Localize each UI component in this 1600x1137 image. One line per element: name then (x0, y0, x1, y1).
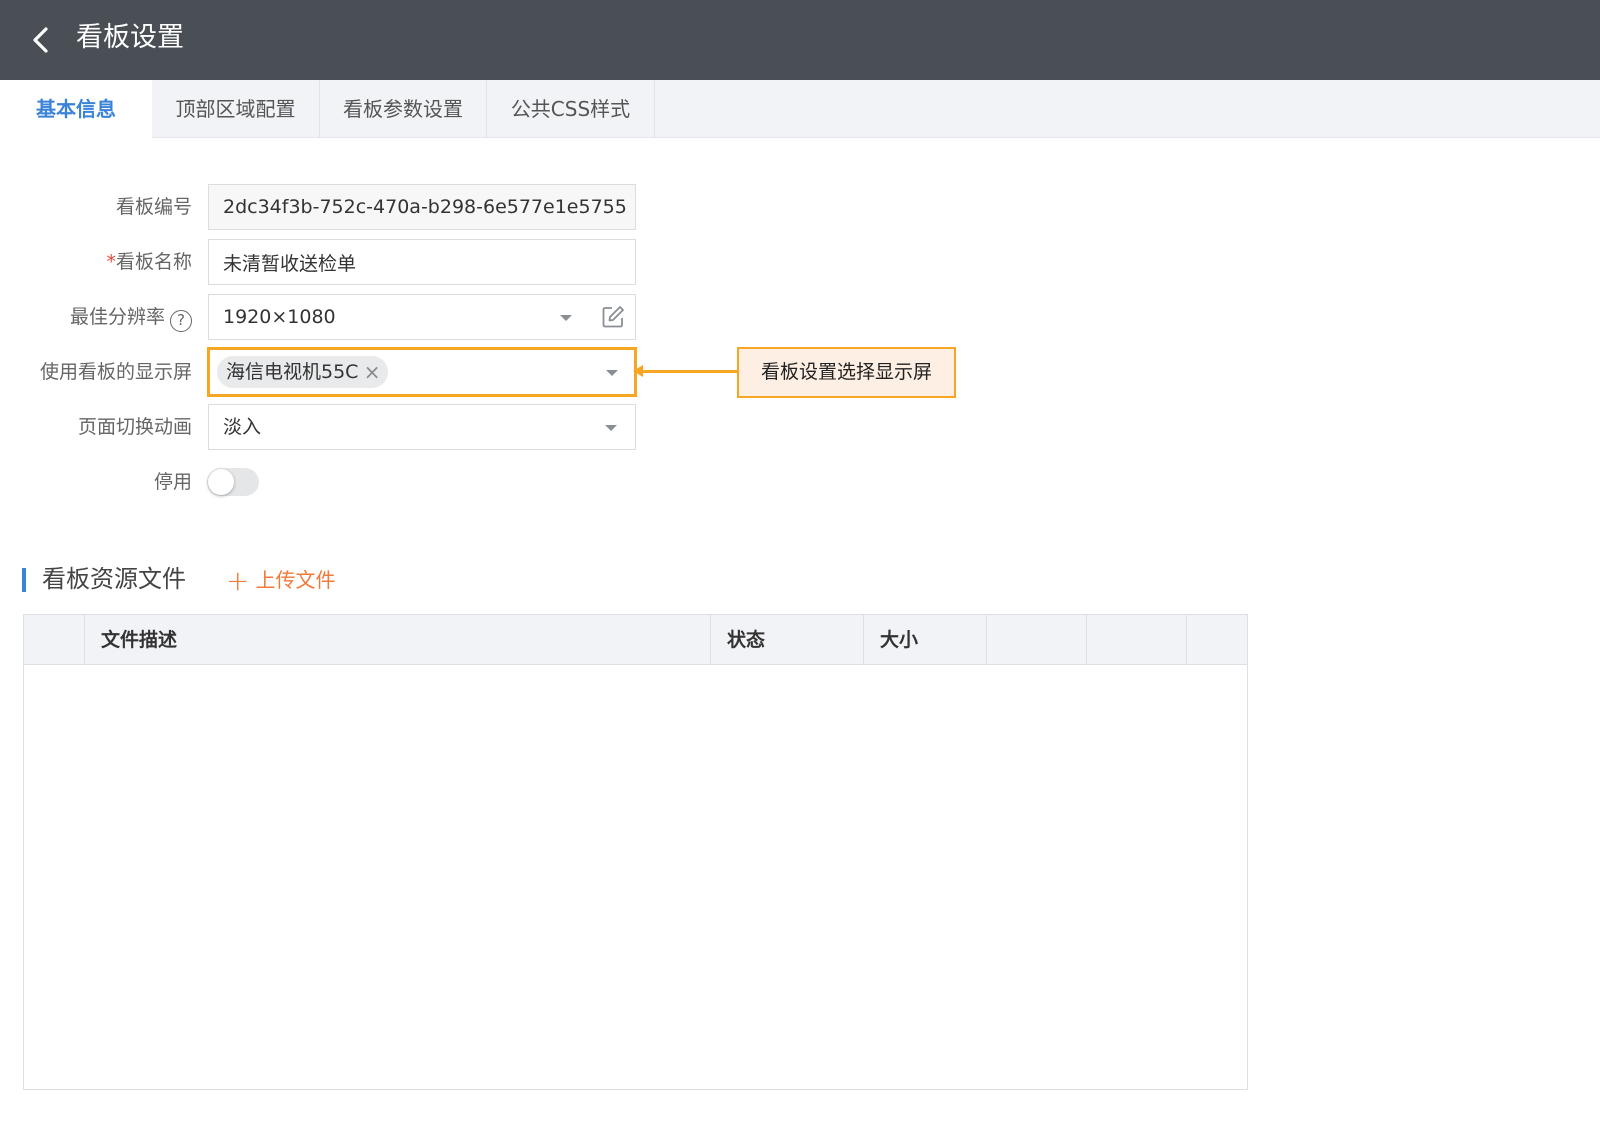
board-name-label-text: 看板名称 (115, 251, 192, 273)
chevron-down-icon (605, 425, 617, 431)
plus-icon: + (226, 564, 250, 597)
edit-icon[interactable] (601, 305, 625, 329)
annotation-arrow-line (640, 370, 737, 373)
resources-section-title: 看板资源文件 (42, 565, 186, 593)
chevron-down-icon (560, 315, 572, 321)
resolution-label: 最佳分辨率? (0, 305, 192, 332)
tab-board-params[interactable]: 看板参数设置 (320, 80, 487, 138)
section-accent-bar (22, 568, 26, 592)
upload-file-label: 上传文件 (255, 568, 336, 592)
column-header-extra-2 (1087, 615, 1187, 665)
resources-table: 文件描述 状态 大小 (23, 614, 1248, 1090)
resolution-label-text: 最佳分辨率 (69, 306, 165, 328)
column-header-extra-1 (987, 615, 1087, 665)
tab-basic-info[interactable]: 基本信息 (0, 80, 152, 139)
resolution-value: 1920×1080 (223, 306, 336, 328)
display-screen-select[interactable]: 海信电视机55C × (207, 347, 637, 397)
required-mark: * (106, 251, 116, 273)
selected-screen-name: 海信电视机55C (226, 361, 359, 383)
board-name-input[interactable] (208, 239, 636, 285)
tab-top-area-config[interactable]: 顶部区域配置 (152, 80, 320, 138)
board-id-field[interactable] (208, 184, 636, 230)
transition-select[interactable]: 淡入 (208, 404, 636, 450)
column-header-extra-3 (1187, 615, 1247, 665)
help-icon[interactable]: ? (170, 310, 192, 332)
transition-label: 页面切换动画 (77, 416, 192, 438)
column-header-checkbox (24, 615, 85, 665)
column-header-description: 文件描述 (85, 615, 711, 665)
resolution-select[interactable]: 1920×1080 (208, 294, 636, 340)
disabled-label: 停用 (153, 471, 192, 493)
top-header: 看板设置 (0, 0, 1600, 80)
transition-value: 淡入 (223, 416, 262, 438)
upload-file-button[interactable]: + 上传文件 (226, 564, 335, 597)
display-screen-label: 使用看板的显示屏 (39, 361, 192, 383)
column-header-size: 大小 (864, 615, 987, 665)
board-id-label: 看板编号 (115, 196, 192, 218)
tab-bar: 基本信息 顶部区域配置 看板参数设置 公共CSS样式 (0, 80, 1600, 139)
annotation-arrow-head (633, 365, 643, 377)
disabled-toggle[interactable] (207, 468, 259, 496)
chevron-down-icon (606, 370, 618, 376)
tab-public-css[interactable]: 公共CSS样式 (487, 80, 655, 138)
toggle-knob (208, 469, 234, 495)
annotation-callout: 看板设置选择显示屏 (737, 347, 956, 398)
back-arrow-icon[interactable] (26, 22, 56, 58)
board-name-label: *看板名称 (0, 250, 192, 274)
page-title: 看板设置 (76, 22, 184, 53)
close-icon[interactable]: × (364, 356, 381, 388)
selected-screen-tag: 海信电视机55C × (217, 356, 389, 388)
table-header: 文件描述 状态 大小 (24, 615, 1247, 665)
column-header-status: 状态 (711, 615, 864, 665)
